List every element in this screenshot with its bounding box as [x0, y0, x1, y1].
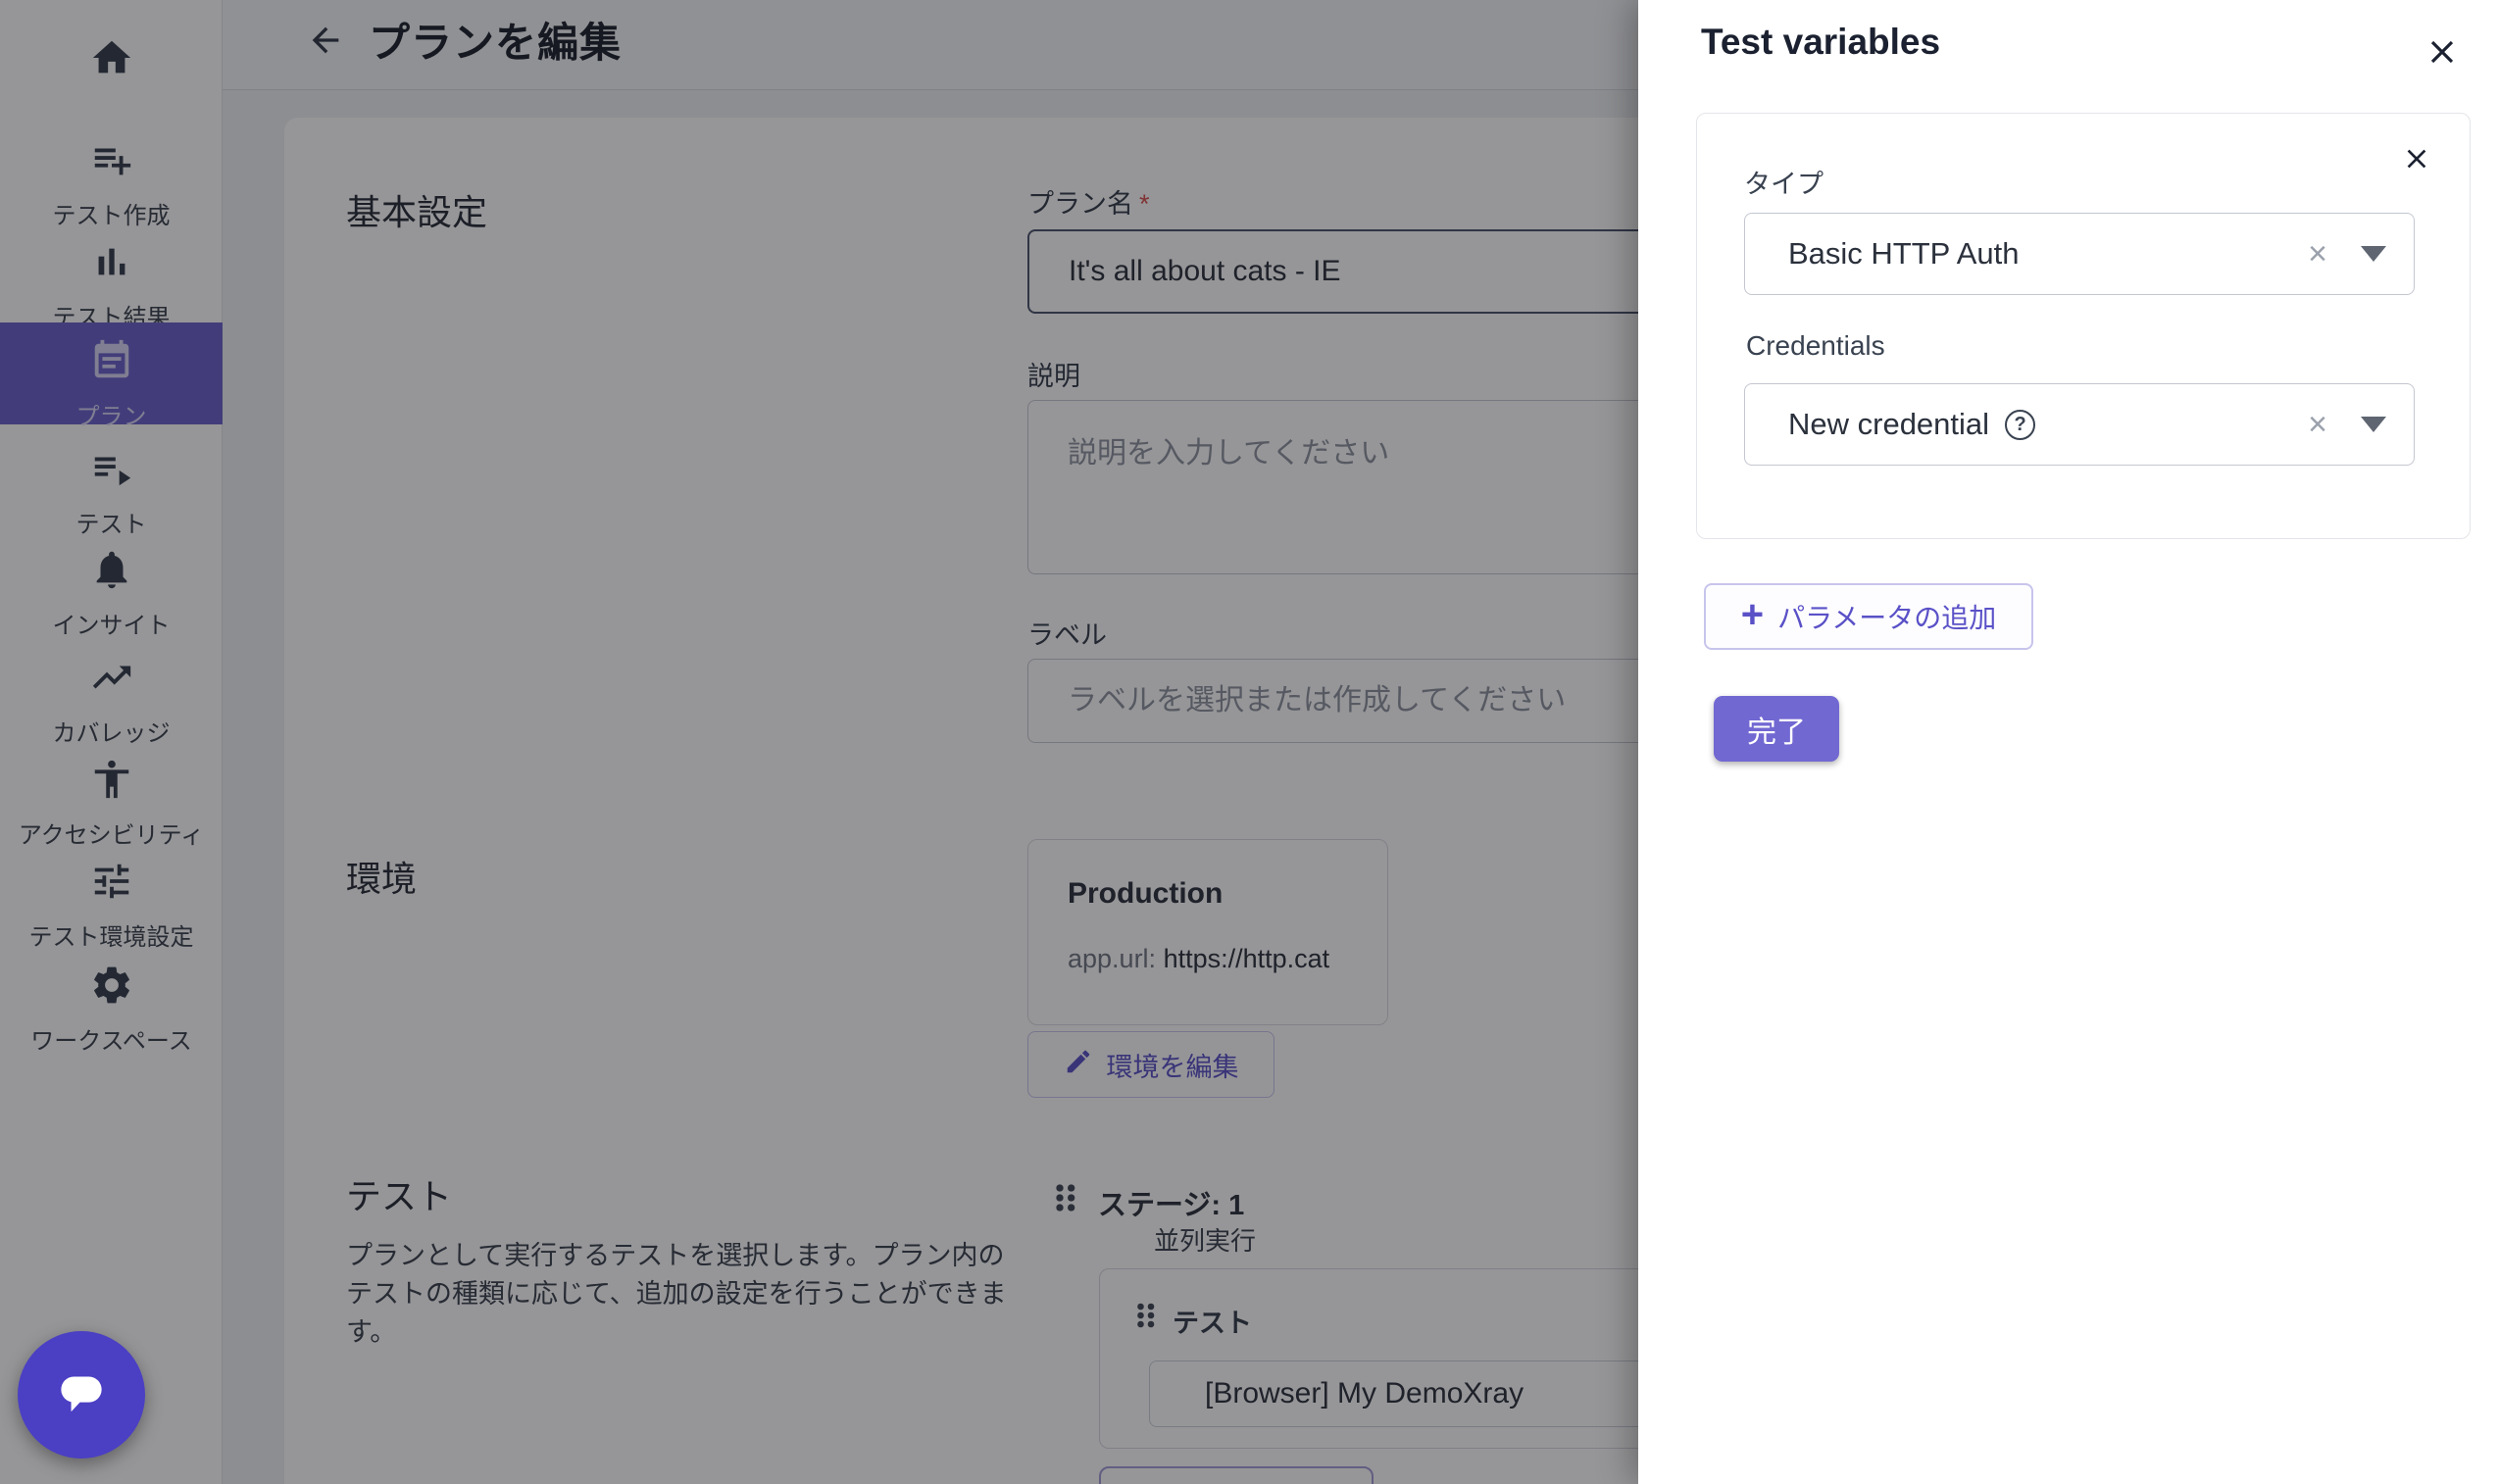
plus-icon: +: [1741, 595, 1764, 634]
app-window: プランを編集 テスト作成 テスト結果 プラン テスト インサイト カバレッジ: [0, 0, 2498, 1484]
close-icon: [2401, 162, 2432, 178]
done-button[interactable]: 完了: [1714, 696, 1839, 762]
type-label: タイプ: [1744, 163, 1824, 201]
variable-card-close-button[interactable]: [2401, 143, 2432, 179]
close-icon: [2423, 58, 2461, 74]
credentials-label: Credentials: [1746, 330, 1885, 362]
test-variables-panel: Test variables タイプ Basic HTTP Auth × Cre…: [1638, 0, 2498, 1484]
panel-title: Test variables: [1701, 22, 1940, 63]
done-label: 完了: [1747, 708, 1806, 751]
chat-bubble-icon: [49, 1360, 114, 1430]
chat-widget-button[interactable]: [18, 1331, 145, 1459]
clear-icon[interactable]: ×: [2308, 406, 2327, 444]
type-select[interactable]: Basic HTTP Auth ×: [1744, 213, 2415, 295]
credentials-select[interactable]: New credential ? ×: [1744, 383, 2415, 466]
add-parameter-button[interactable]: + パラメータの追加: [1704, 583, 2033, 650]
chevron-down-icon[interactable]: [2361, 246, 2386, 262]
type-select-value: Basic HTTP Auth: [1788, 236, 2308, 272]
clear-icon[interactable]: ×: [2308, 235, 2327, 273]
add-parameter-label: パラメータの追加: [1777, 597, 1996, 636]
credentials-select-value: New credential ?: [1788, 407, 2308, 442]
variable-card: タイプ Basic HTTP Auth × Credentials New cr…: [1696, 113, 2471, 539]
panel-close-button[interactable]: [2423, 33, 2461, 75]
chevron-down-icon[interactable]: [2361, 417, 2386, 432]
help-icon[interactable]: ?: [2005, 410, 2035, 440]
